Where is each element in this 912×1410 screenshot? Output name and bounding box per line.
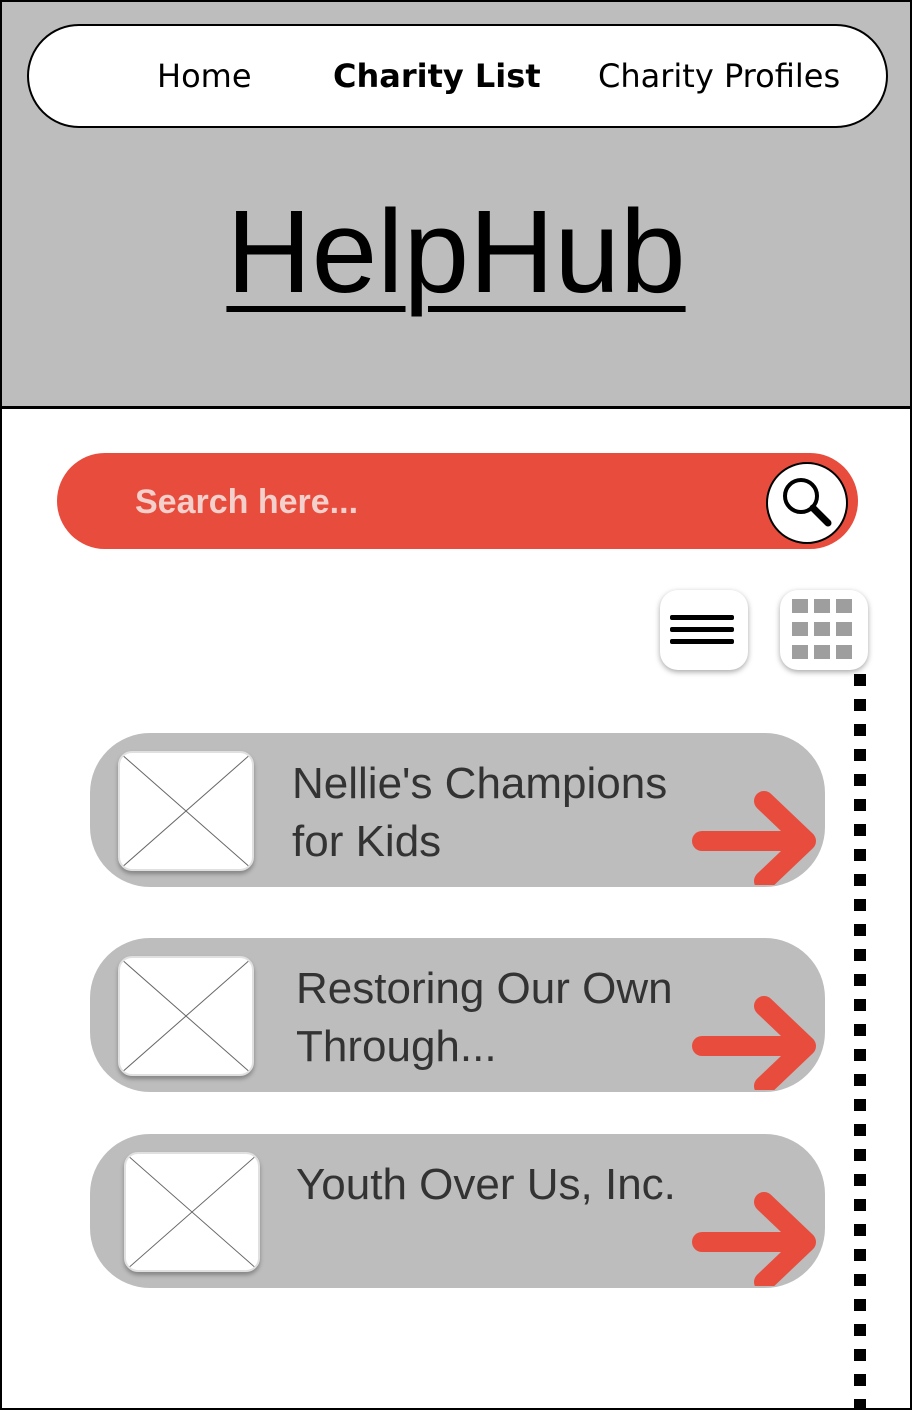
arrow-right-icon[interactable]: [692, 789, 820, 885]
hamburger-list-icon: [670, 615, 734, 644]
search-button[interactable]: [766, 462, 848, 544]
image-placeholder-icon: [126, 1154, 258, 1270]
grid-icon: [792, 599, 852, 659]
charity-thumbnail: [124, 1152, 260, 1272]
app-frame: Home Charity List Charity Profiles HelpH…: [0, 0, 912, 1410]
image-placeholder-icon: [120, 958, 252, 1074]
magnifier-icon: [783, 478, 832, 527]
charity-name: Nellie's Champions for Kids: [292, 759, 668, 866]
search-bar: [57, 453, 858, 549]
site-header: Home Charity List Charity Profiles HelpH…: [2, 2, 910, 409]
charity-name: Youth Over Us, Inc.: [296, 1160, 676, 1209]
arrow-right-icon[interactable]: [692, 994, 820, 1090]
charity-card[interactable]: Youth Over Us, Inc.: [90, 1134, 825, 1288]
site-title[interactable]: HelpHub: [2, 182, 910, 322]
image-placeholder-icon: [120, 753, 252, 869]
top-nav: Home Charity List Charity Profiles: [27, 24, 888, 128]
charity-name: Restoring Our Own Through...: [296, 964, 673, 1071]
nav-charity-profiles[interactable]: Charity Profiles: [598, 26, 840, 126]
charity-card[interactable]: Restoring Our Own Through...: [90, 938, 825, 1092]
charity-thumbnail: [118, 751, 254, 871]
scrollbar[interactable]: [854, 674, 866, 1410]
search-input[interactable]: [133, 471, 757, 533]
grid-view-button[interactable]: [780, 590, 868, 670]
charity-card[interactable]: Nellie's Champions for Kids: [90, 733, 825, 887]
list-view-button[interactable]: [660, 590, 748, 670]
nav-charity-list[interactable]: Charity List: [333, 26, 541, 126]
charity-thumbnail: [118, 956, 254, 1076]
nav-home[interactable]: Home: [157, 26, 252, 126]
arrow-right-icon[interactable]: [692, 1190, 820, 1286]
